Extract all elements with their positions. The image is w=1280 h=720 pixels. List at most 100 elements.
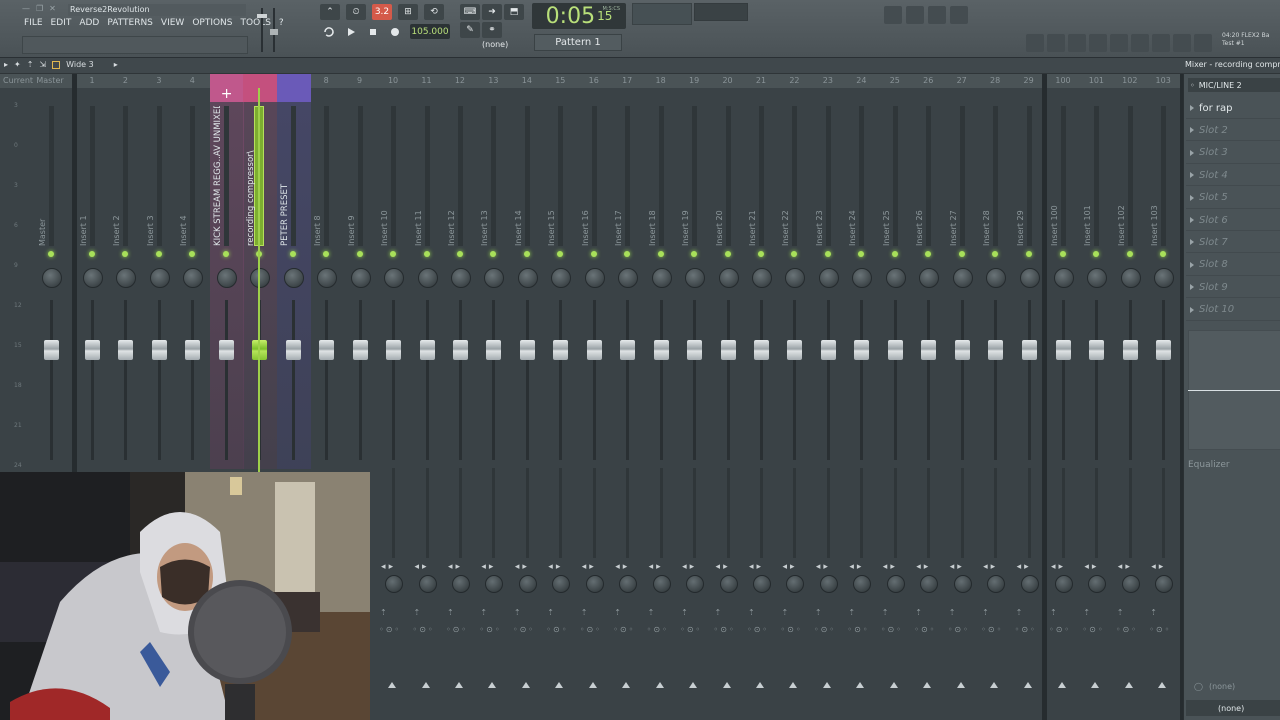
loop-icon[interactable] bbox=[320, 24, 338, 40]
pan-knob[interactable] bbox=[317, 268, 338, 288]
swap-arrows-icon[interactable]: ◂▸ bbox=[481, 562, 496, 572]
mixer-strip[interactable]: Insert 26 ◂▸ ⇡ ◦⊙◦ bbox=[913, 88, 943, 720]
enable-led[interactable] bbox=[958, 251, 965, 257]
mixer-strip[interactable]: Insert 28 ◂▸ ⇡ ◦⊙◦ bbox=[980, 88, 1010, 720]
track-number[interactable]: 19 bbox=[689, 76, 699, 85]
phase-icon[interactable]: ◦⊙◦ bbox=[1149, 625, 1171, 634]
enable-led[interactable] bbox=[858, 251, 865, 257]
mixer-strip[interactable]: Insert 10 ◂▸ ⇡ ◦⊙◦ bbox=[378, 88, 408, 720]
restore-icon[interactable]: ❐ bbox=[36, 4, 43, 13]
cut-icon[interactable] bbox=[906, 6, 924, 24]
swap-arrows-icon[interactable]: ◂▸ bbox=[682, 562, 697, 572]
pan-knob[interactable] bbox=[551, 268, 572, 288]
slot-arrow-icon[interactable] bbox=[1190, 239, 1194, 246]
pan-knob[interactable] bbox=[651, 268, 672, 288]
route-icon[interactable]: ⇡ bbox=[480, 608, 487, 617]
route-icon[interactable]: ⇡ bbox=[547, 608, 554, 617]
phase-icon[interactable]: ◦⊙◦ bbox=[881, 625, 903, 634]
pan-knob[interactable] bbox=[283, 268, 304, 288]
stereo-knob[interactable] bbox=[485, 575, 504, 593]
track-number[interactable]: 15 bbox=[555, 76, 565, 85]
phase-icon[interactable]: ◦⊙◦ bbox=[580, 625, 602, 634]
arrow-menu-icon[interactable]: ▸ bbox=[4, 60, 8, 69]
swap-arrows-icon[interactable]: ◂▸ bbox=[983, 562, 998, 572]
track-number[interactable]: 10 bbox=[388, 76, 398, 85]
enable-led[interactable] bbox=[657, 251, 664, 257]
stereo-knob[interactable] bbox=[1155, 575, 1174, 593]
pan-knob[interactable] bbox=[1087, 268, 1108, 288]
pan-knob[interactable] bbox=[718, 268, 739, 288]
enable-led[interactable] bbox=[791, 251, 798, 257]
route-arrow-icon[interactable] bbox=[1058, 682, 1066, 688]
track-number[interactable]: 16 bbox=[589, 76, 599, 85]
menu-file[interactable]: FILE bbox=[24, 18, 43, 28]
volume-fader[interactable] bbox=[352, 340, 368, 360]
route-icon[interactable]: ⇡ bbox=[1150, 608, 1157, 617]
slot-arrow-icon[interactable] bbox=[1190, 149, 1194, 156]
effect-slot[interactable]: Slot 9 bbox=[1186, 277, 1280, 299]
pan-knob[interactable] bbox=[818, 268, 839, 288]
swap-arrows-icon[interactable]: ◂▸ bbox=[649, 562, 664, 572]
mixer-strip[interactable]: Insert 101 ◂▸ ⇡ ◦⊙◦ bbox=[1081, 88, 1111, 720]
pan-knob[interactable] bbox=[752, 268, 772, 288]
mixer-strip[interactable]: Insert 17 ◂▸ ⇡ ◦⊙◦ bbox=[612, 88, 642, 720]
stereo-knob[interactable] bbox=[987, 575, 1006, 593]
pan-knob[interactable] bbox=[986, 268, 1007, 288]
output-mode[interactable]: ◯ (none) bbox=[1194, 682, 1235, 691]
enable-led[interactable] bbox=[48, 251, 54, 257]
enable-led[interactable] bbox=[490, 251, 497, 257]
route-arrow-icon[interactable] bbox=[956, 682, 965, 688]
swap-arrows-icon[interactable]: ◂▸ bbox=[849, 562, 864, 572]
arrow-right-small-icon[interactable]: ▸ bbox=[114, 60, 118, 69]
stereo-knob[interactable] bbox=[719, 575, 738, 593]
stereo-knob[interactable] bbox=[886, 575, 905, 593]
track-number[interactable]: 2 bbox=[123, 76, 128, 85]
slot-arrow-icon[interactable] bbox=[1190, 284, 1194, 291]
route-arrow-icon[interactable] bbox=[622, 682, 631, 688]
tempo-tap-icon[interactable]: ⬒ bbox=[504, 4, 524, 20]
volume-fader[interactable] bbox=[921, 340, 937, 360]
track-number[interactable]: 23 bbox=[823, 76, 833, 85]
route-arrow-icon[interactable] bbox=[756, 682, 764, 688]
volume-fader[interactable] bbox=[988, 340, 1004, 360]
enable-led[interactable] bbox=[590, 251, 597, 257]
track-number[interactable]: 24 bbox=[856, 76, 866, 85]
phase-icon[interactable]: ◦⊙◦ bbox=[948, 625, 970, 634]
pan-knob[interactable] bbox=[116, 268, 137, 288]
volume-fader[interactable] bbox=[1089, 340, 1105, 360]
swap-arrows-icon[interactable]: ◂▸ bbox=[1017, 562, 1032, 572]
route-arrow-icon[interactable] bbox=[689, 682, 698, 688]
swap-arrows-icon[interactable]: ◂▸ bbox=[716, 562, 731, 572]
record-arm-icon[interactable]: ✦ bbox=[14, 60, 21, 69]
route-arrow-icon[interactable] bbox=[454, 682, 463, 688]
track-number[interactable]: 100 bbox=[1055, 76, 1070, 85]
pan-knob[interactable] bbox=[852, 268, 873, 288]
mixer-strip[interactable]: Insert 20 ◂▸ ⇡ ◦⊙◦ bbox=[713, 88, 743, 720]
route-icon[interactable]: ⇡ bbox=[781, 608, 788, 617]
mixer-strip[interactable]: Insert 13 ◂▸ ⇡ ◦⊙◦ bbox=[478, 88, 508, 720]
loop-record-icon[interactable]: ⟲ bbox=[424, 4, 444, 20]
enable-led[interactable] bbox=[925, 251, 932, 257]
draw-icon[interactable]: ✎ bbox=[460, 22, 480, 38]
pan-knob[interactable] bbox=[450, 268, 471, 288]
swap-arrows-icon[interactable]: ◂▸ bbox=[1051, 562, 1066, 572]
mode-button[interactable]: 3.2 bbox=[372, 4, 392, 20]
enable-led[interactable] bbox=[456, 251, 463, 257]
route-arrow-icon[interactable] bbox=[856, 682, 865, 688]
route-icon[interactable]: ⇡ bbox=[514, 608, 521, 617]
route-arrow-icon[interactable] bbox=[421, 682, 430, 688]
track-number[interactable]: 11 bbox=[421, 76, 431, 85]
track-number[interactable]: 25 bbox=[890, 76, 900, 85]
mixer-strip[interactable]: Insert 11 ◂▸ ⇡ ◦⊙◦ bbox=[412, 88, 442, 720]
mixer-strip[interactable]: Insert 25 ◂▸ ⇡ ◦⊙◦ bbox=[880, 88, 910, 720]
enable-led[interactable] bbox=[557, 251, 564, 257]
stereo-knob[interactable] bbox=[1055, 575, 1073, 593]
phase-icon[interactable]: ◦⊙◦ bbox=[981, 625, 1003, 634]
phase-icon[interactable]: ◦⊙◦ bbox=[1082, 625, 1104, 634]
phase-icon[interactable]: ◦⊙◦ bbox=[379, 625, 401, 634]
mixer-strip[interactable]: Insert 100 ◂▸ ⇡ ◦⊙◦ bbox=[1048, 88, 1078, 720]
route-arrow-icon[interactable] bbox=[1124, 682, 1133, 688]
typing-keyboard-icon[interactable]: ⌨ bbox=[460, 4, 480, 20]
slot-arrow-icon[interactable] bbox=[1190, 105, 1194, 111]
enable-led[interactable] bbox=[89, 251, 95, 257]
